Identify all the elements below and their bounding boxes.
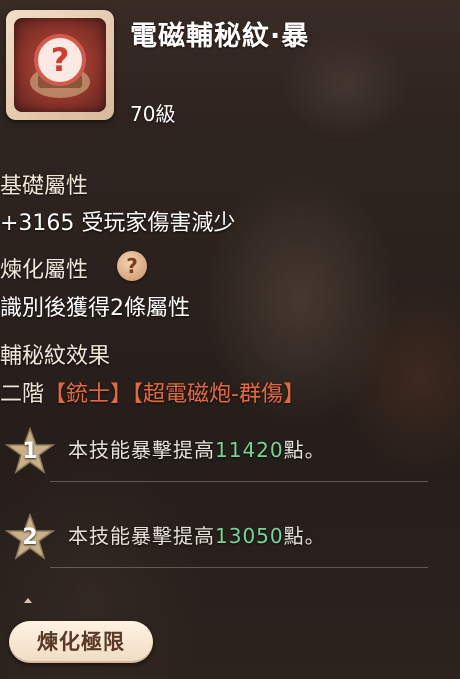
item-icon-frame: ? bbox=[6, 10, 114, 120]
skill-effect-prefix: 本技能暴擊提高 bbox=[68, 438, 215, 462]
rank-star-icon: 2 bbox=[4, 512, 56, 564]
skill-effect-prefix: 本技能暴擊提高 bbox=[68, 524, 215, 548]
item-name: 電磁輔秘紋·暴 bbox=[130, 21, 310, 52]
item-level: 70級 bbox=[130, 102, 176, 126]
skill-effect-text: 本技能暴擊提高13050點。 bbox=[68, 520, 326, 549]
effect-tier-prefix: 二階 bbox=[0, 382, 45, 407]
row-divider bbox=[50, 481, 428, 482]
refine-limit-button[interactable]: 煉化極限 bbox=[9, 621, 153, 663]
question-mark-seal-icon: ? bbox=[14, 18, 106, 112]
refine-attr-description: 識別後獲得2條屬性 bbox=[0, 296, 190, 321]
skill-tag: 【超電磁炮-群傷】 bbox=[132, 382, 305, 407]
svg-text:?: ? bbox=[51, 41, 70, 79]
question-help-icon[interactable]: ? bbox=[117, 251, 147, 281]
skill-effect-suffix: 點。 bbox=[283, 524, 326, 548]
rank-number: 1 bbox=[22, 439, 38, 464]
skill-effect-value: 11420 bbox=[215, 438, 284, 462]
rank-number: 2 bbox=[22, 525, 38, 550]
skill-effect-suffix: 點。 bbox=[283, 438, 326, 462]
skill-effect-text: 本技能暴擊提高11420點。 bbox=[68, 434, 326, 463]
skill-effect-row: 2 本技能暴擊提高13050點。 bbox=[0, 504, 440, 568]
effect-tier-line: 二階【銃士】【超電磁炮-群傷】 bbox=[0, 376, 305, 408]
effect-heading: 輔秘紋效果 bbox=[0, 344, 111, 369]
refine-attr-heading: 煉化屬性 bbox=[0, 258, 89, 283]
item-tooltip-panel: ? 電磁輔秘紋·暴 70級 基礎屬性 +3165 受玩家傷害減少 煉化屬性 ? … bbox=[0, 0, 460, 679]
base-attr-value: +3165 受玩家傷害減少 bbox=[0, 211, 236, 236]
item-header: ? 電磁輔秘紋·暴 70級 bbox=[0, 0, 460, 142]
class-tag: 【銃士】 bbox=[44, 382, 133, 407]
scroll-up-indicator-icon bbox=[24, 598, 32, 603]
skill-effect-value: 13050 bbox=[215, 524, 284, 548]
row-divider bbox=[50, 567, 428, 568]
rank-star-icon: 1 bbox=[4, 426, 56, 478]
base-attr-heading: 基礎屬性 bbox=[0, 174, 89, 199]
skill-effect-row: 1 本技能暴擊提高11420點。 bbox=[0, 418, 440, 482]
